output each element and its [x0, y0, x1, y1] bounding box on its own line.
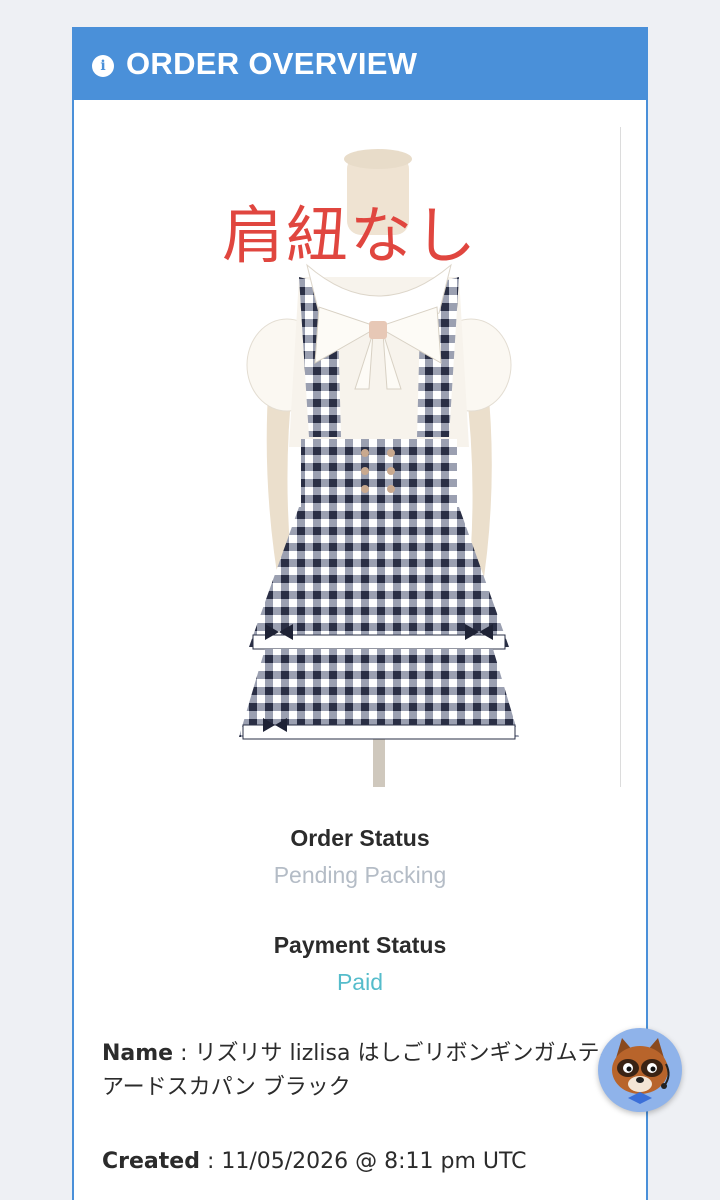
order-created-row: Created : 11/05/2026 @ 8:11 pm UTC: [102, 1145, 622, 1179]
payment-status-value: Paid: [336, 969, 384, 995]
order-status-block: Order Status Pending Packing: [74, 825, 646, 889]
created-separator: :: [199, 1149, 222, 1174]
order-overview-card: i ORDER OVERVIEW 肩紐なし Order Status Pendi…: [72, 27, 648, 1200]
order-name-row: Name : リズリサ lizlisa はしごリボンギンガムティアードスカパン …: [102, 1037, 622, 1105]
created-label: Created: [102, 1149, 200, 1174]
image-divider: [620, 127, 621, 787]
chat-support-button[interactable]: [598, 1028, 682, 1112]
name-separator: :: [173, 1041, 195, 1066]
payment-status-label: Payment Status: [273, 932, 447, 958]
order-status-label: Order Status: [290, 825, 430, 851]
created-value: 11/05/2026 @ 8:11 pm UTC: [221, 1149, 527, 1174]
raccoon-support-icon: [612, 1038, 670, 1104]
info-icon: i: [92, 54, 114, 77]
image-overlay-text: 肩紐なし: [222, 199, 479, 272]
order-status-value: Pending Packing: [273, 862, 447, 888]
card-header: i ORDER OVERVIEW: [74, 27, 646, 100]
card-title: ORDER OVERVIEW: [126, 45, 418, 81]
payment-status-block: Payment Status Paid: [74, 932, 646, 996]
name-label: Name: [102, 1041, 174, 1066]
